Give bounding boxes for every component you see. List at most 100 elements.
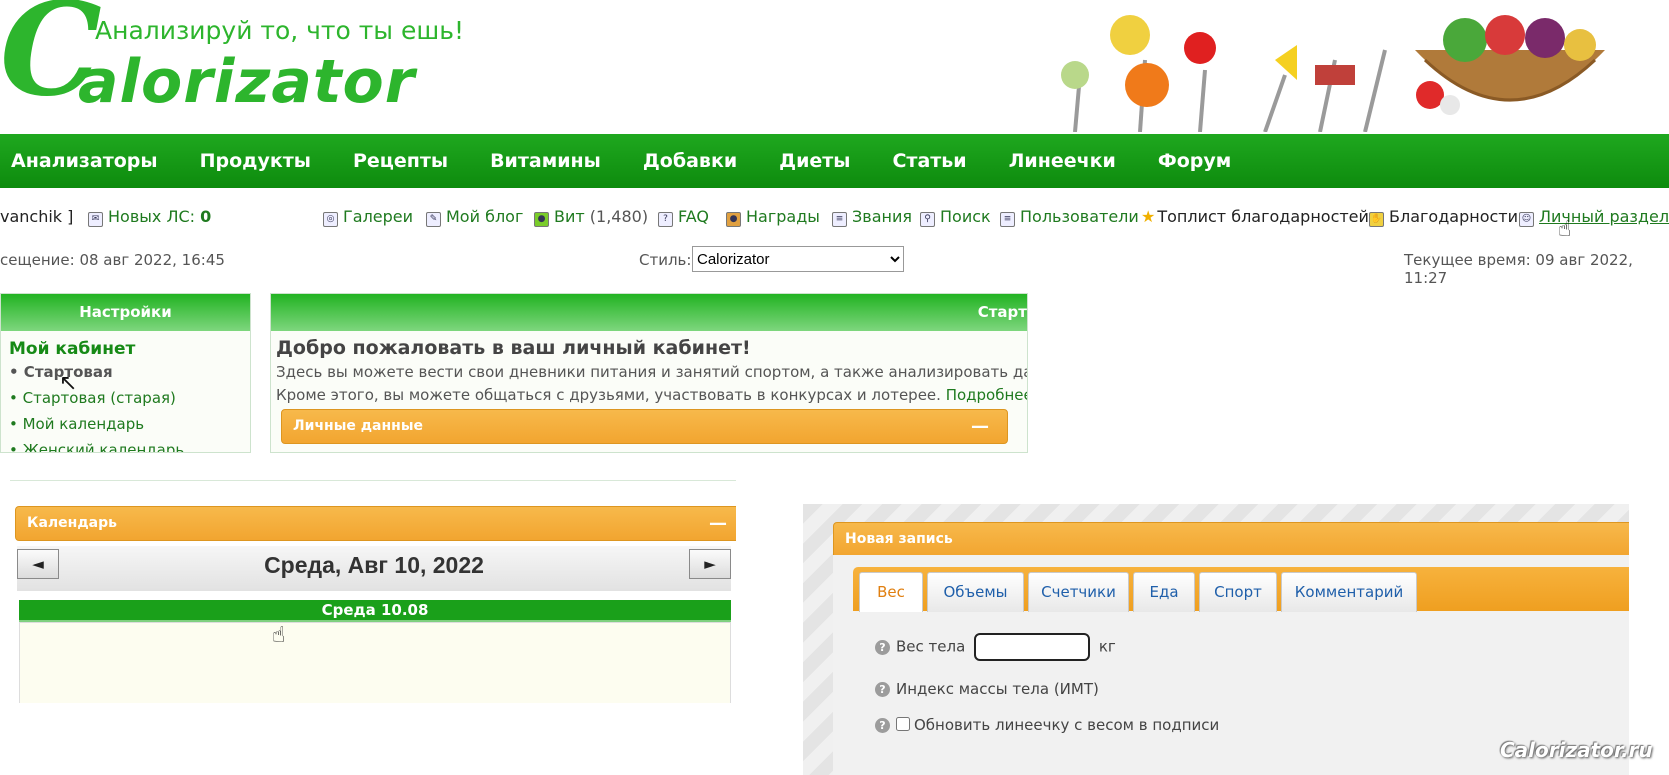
weight-row: ? Вес тела кг [875, 633, 1116, 661]
start-panel: Старт Добро пожаловать в ваш личный каби… [270, 293, 1028, 453]
new-pm-link[interactable]: ✉ Новых ЛС: 0 [88, 207, 211, 227]
user-info-bar: vanchik ] ✉ Новых ЛС: 0 ◎ Галереи ✎ Мой бло… [0, 207, 1669, 229]
weight-label: Вес тела [896, 637, 966, 656]
welcome-heading: Добро пожаловать в ваш личный кабинет! [276, 337, 751, 359]
sidebar-header: Настройки [1, 294, 250, 331]
collapse-icon[interactable]: — [709, 507, 727, 540]
settings-sidebar: Настройки Мой кабинет • Стартовая • Стар… [0, 293, 251, 453]
thanks-link[interactable]: ✋ Благодарности [1369, 207, 1518, 227]
help-icon[interactable]: ? [875, 718, 890, 733]
update-ticker-checkbox[interactable] [896, 717, 910, 731]
question-icon: ? [658, 212, 673, 227]
tab-sport[interactable]: Спорт [1199, 572, 1277, 612]
galleries-link[interactable]: ◎ Галереи [323, 207, 413, 227]
tab-weight[interactable]: Вес [859, 572, 923, 612]
watermark: Calorizator.ru [1500, 738, 1653, 762]
vit-count: (1,480) [589, 207, 649, 226]
weight-unit: кг [1098, 637, 1116, 656]
day-cell[interactable] [19, 622, 731, 703]
my-cabinet-title[interactable]: Мой кабинет [9, 339, 250, 359]
next-day-button[interactable]: ► [689, 549, 731, 579]
current-time-text: Текущее время: 09 авг 2022, 11:27 [1404, 251, 1633, 287]
day-header: Среда 10.08 [19, 600, 731, 622]
tab-comment[interactable]: Комментарий [1281, 572, 1417, 612]
my-blog-link[interactable]: ✎ Мой блог [426, 207, 523, 227]
search-link[interactable]: ⚲ Поиск [920, 207, 991, 227]
main-nav: Анализаторы Продукты Рецепты Витамины До… [0, 134, 1669, 188]
more-link[interactable]: Подробнее [946, 386, 1027, 404]
thanks-label: Благодарности [1389, 207, 1518, 226]
star-icon: ★ [1141, 207, 1156, 226]
bmi-row: ? Индекс массы тела (ИМТ) [875, 680, 1099, 698]
last-visit-text: сещение: 08 авг 2022, 16:45 [0, 251, 225, 269]
blog-icon: ✎ [426, 212, 441, 227]
mail-icon: ✉ [88, 212, 103, 227]
personal-section-link[interactable]: ☺ Личный раздел [1519, 207, 1669, 227]
nav-supplements[interactable]: Добавки [643, 150, 737, 172]
hand-cursor-icon: ☝ [1558, 217, 1572, 242]
faq-link[interactable]: ? FAQ [658, 207, 709, 227]
toplist-link[interactable]: ★ Топлист благодарностей [1141, 207, 1369, 226]
tab-volumes[interactable]: Объемы [927, 572, 1024, 612]
update-ticker-label: Обновить линеечку с весом в подписи [914, 716, 1220, 734]
nav-vitamins[interactable]: Витамины [490, 150, 601, 172]
vit-label: Вит [554, 207, 585, 226]
ranks-link[interactable]: ≡ Звания [832, 207, 912, 227]
toplist-label: Топлист благодарностей [1157, 207, 1369, 226]
personal-data-bar[interactable]: Личные данные — [281, 409, 1008, 444]
username[interactable]: vanchik ] [0, 207, 73, 226]
calendar-widget: Календарь — ◄ Среда, Авг 10, 2022 ► Сред… [10, 480, 736, 703]
vegetable-basket-image [1415, 15, 1605, 115]
nav-articles[interactable]: Статьи [892, 150, 966, 172]
gallery-icon: ◎ [323, 212, 338, 227]
users-label: Пользователи [1020, 207, 1139, 226]
users-link[interactable]: ≡ Пользователи [1000, 207, 1139, 227]
nav-recipes[interactable]: Рецепты [353, 150, 448, 172]
nav-tickers[interactable]: Линеечки [1009, 150, 1116, 172]
tab-counters[interactable]: Счетчики [1028, 572, 1129, 612]
ranks-label: Звания [852, 207, 912, 226]
help-icon[interactable]: ? [875, 682, 890, 697]
awards-label: Награды [746, 207, 820, 226]
weight-input[interactable] [974, 633, 1091, 661]
users-list-icon: ≡ [1000, 212, 1015, 227]
welcome-text-line2: Кроме этого, вы можете общаться с друзья… [276, 386, 941, 404]
new-entry-title: Новая запись [845, 531, 953, 547]
style-select[interactable]: Calorizator [692, 246, 904, 272]
start-panel-header: Старт [271, 294, 1027, 331]
nav-products[interactable]: Продукты [200, 150, 311, 172]
forks-food-image [1061, 15, 1387, 132]
new-entry-widget: Новая запись Вес Объемы Счетчики Еда Спо… [803, 504, 1629, 775]
nav-diets[interactable]: Диеты [779, 150, 850, 172]
sidebar-item-start[interactable]: • Стартовая [9, 359, 250, 385]
sidebar-item-start-old[interactable]: • Стартовая (старая) [9, 385, 250, 411]
style-label: Стиль: [639, 251, 692, 269]
bmi-label: Индекс массы тела (ИМТ) [896, 680, 1099, 698]
search-icon: ⚲ [920, 212, 935, 227]
hand-cursor-icon: ☝ [272, 623, 286, 648]
collapse-icon[interactable]: — [971, 410, 989, 443]
help-icon[interactable]: ? [875, 639, 890, 655]
calendar-nav: ◄ Среда, Авг 10, 2022 ► [17, 546, 731, 591]
arrow-cursor-icon: ↖ [59, 371, 78, 396]
calendar-header[interactable]: Календарь — [15, 506, 736, 541]
my-blog-label: Мой блог [446, 207, 524, 226]
logo-text: alorizator [78, 47, 416, 117]
awards-link[interactable]: ● Награды [726, 207, 820, 227]
galleries-label: Галереи [343, 207, 414, 226]
new-entry-header: Новая запись [833, 522, 1629, 557]
search-label: Поиск [940, 207, 991, 226]
sidebar-item-my-calendar[interactable]: • Мой календарь [9, 411, 250, 437]
calendar-title: Календарь [27, 515, 117, 531]
sidebar-item-women-calendar[interactable]: • Женский календарь [9, 437, 250, 452]
personal-data-title: Личные данные [293, 418, 424, 434]
nav-forum[interactable]: Форум [1158, 150, 1231, 172]
faq-label: FAQ [678, 207, 709, 226]
calendar-date: Среда, Авг 10, 2022 [264, 552, 484, 578]
vit-icon: ● [534, 212, 549, 227]
nav-analyzers[interactable]: Анализаторы [11, 150, 158, 172]
vit-link[interactable]: ● Вит (1,480) [534, 207, 648, 227]
tab-food[interactable]: Еда [1133, 572, 1195, 612]
medal-icon: ● [726, 212, 741, 227]
entry-tabs: Вес Объемы Счетчики Еда Спорт Комментари… [853, 567, 1629, 612]
